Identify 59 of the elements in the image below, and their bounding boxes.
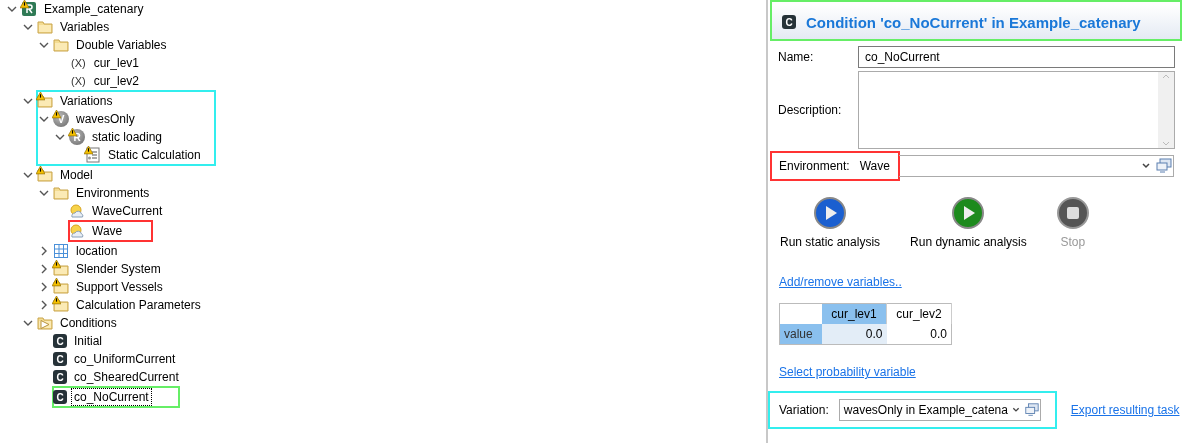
variable-prefix: (X) — [71, 75, 86, 87]
tree-item[interactable]: Conditions — [57, 314, 120, 332]
row-header[interactable]: value — [779, 324, 822, 345]
field-label: Environment: — [779, 159, 850, 173]
condition-icon: C — [53, 334, 67, 348]
folder-icon — [37, 315, 53, 331]
table-cell[interactable]: 0.0 — [822, 324, 887, 345]
dynamic-button[interactable]: Run dynamic analysis — [910, 197, 1027, 249]
tree-item[interactable]: co_ShearedCurrent — [71, 368, 182, 386]
tree-item[interactable]: Initial — [71, 332, 105, 350]
tree-item[interactable]: Support Vessels — [73, 278, 166, 296]
variable-prefix: (X) — [71, 57, 86, 69]
tree-item[interactable]: Calculation Parameters — [73, 296, 204, 314]
grid-icon — [53, 243, 69, 259]
tree-item[interactable]: wavesOnly — [73, 110, 138, 128]
stop-icon — [1056, 197, 1089, 229]
tree-item[interactable]: Static Calculation — [105, 146, 204, 164]
variation-dropdown[interactable]: wavesOnly in Example_catena — [838, 399, 1041, 421]
tree-item[interactable]: co_UniformCurrent — [71, 350, 179, 368]
sun-cloud-icon — [69, 203, 85, 219]
environment-value: Wave — [859, 159, 890, 173]
tree-item[interactable]: static loading — [89, 128, 166, 146]
export-link[interactable]: Export resulting task — [1070, 403, 1180, 417]
condition-icon: C — [53, 370, 67, 384]
sun-cloud-icon — [69, 223, 85, 239]
field-label: Name: — [778, 50, 815, 64]
tree-item[interactable]: WaveCurrent — [89, 202, 166, 220]
condition-icon: C — [53, 390, 67, 404]
static-button[interactable]: Run static analysis — [780, 197, 881, 249]
column-header[interactable]: cur_lev2 — [886, 303, 952, 324]
browse-icon[interactable] — [1023, 401, 1040, 419]
tree-item[interactable]: Model — [57, 166, 96, 184]
folder-icon — [53, 37, 69, 53]
tree-item[interactable]: Wave — [89, 222, 126, 240]
tree-item[interactable]: Double Variables — [73, 36, 170, 54]
tree-item[interactable]: location — [73, 242, 121, 260]
condition-icon: C — [53, 352, 67, 366]
tree-item[interactable]: Example_catenary — [41, 0, 147, 18]
tree-item[interactable]: cur_lev1 — [90, 54, 143, 72]
play-icon — [952, 197, 985, 229]
probability-link[interactable]: Select probability variable — [779, 365, 916, 379]
play-icon — [814, 197, 846, 229]
browse-icon[interactable] — [1154, 157, 1173, 175]
tree-item[interactable]: co_NoCurrent — [71, 388, 152, 406]
field-label: Description: — [778, 103, 843, 117]
tree-item[interactable]: Variables — [57, 18, 113, 36]
tree-item[interactable]: cur_lev2 — [90, 72, 143, 90]
tree-item[interactable]: Environments — [73, 184, 153, 202]
add-variables-link[interactable]: Add/remove variables.. — [779, 275, 902, 289]
table-cell[interactable]: 0.0 — [886, 324, 952, 345]
condition-icon: C — [782, 15, 796, 29]
folder-icon — [53, 185, 69, 201]
tree-item[interactable]: Slender System — [73, 260, 164, 278]
editor-title: Condition 'co_NoCurrent' in Example_catenary — [806, 13, 1141, 31]
folder-icon — [37, 19, 53, 35]
column-header[interactable]: cur_lev1 — [822, 303, 887, 324]
name-field[interactable]: co_NoCurrent — [858, 46, 1175, 68]
tree-item[interactable]: Variations — [57, 92, 116, 110]
field-label: Variation: — [779, 403, 829, 417]
